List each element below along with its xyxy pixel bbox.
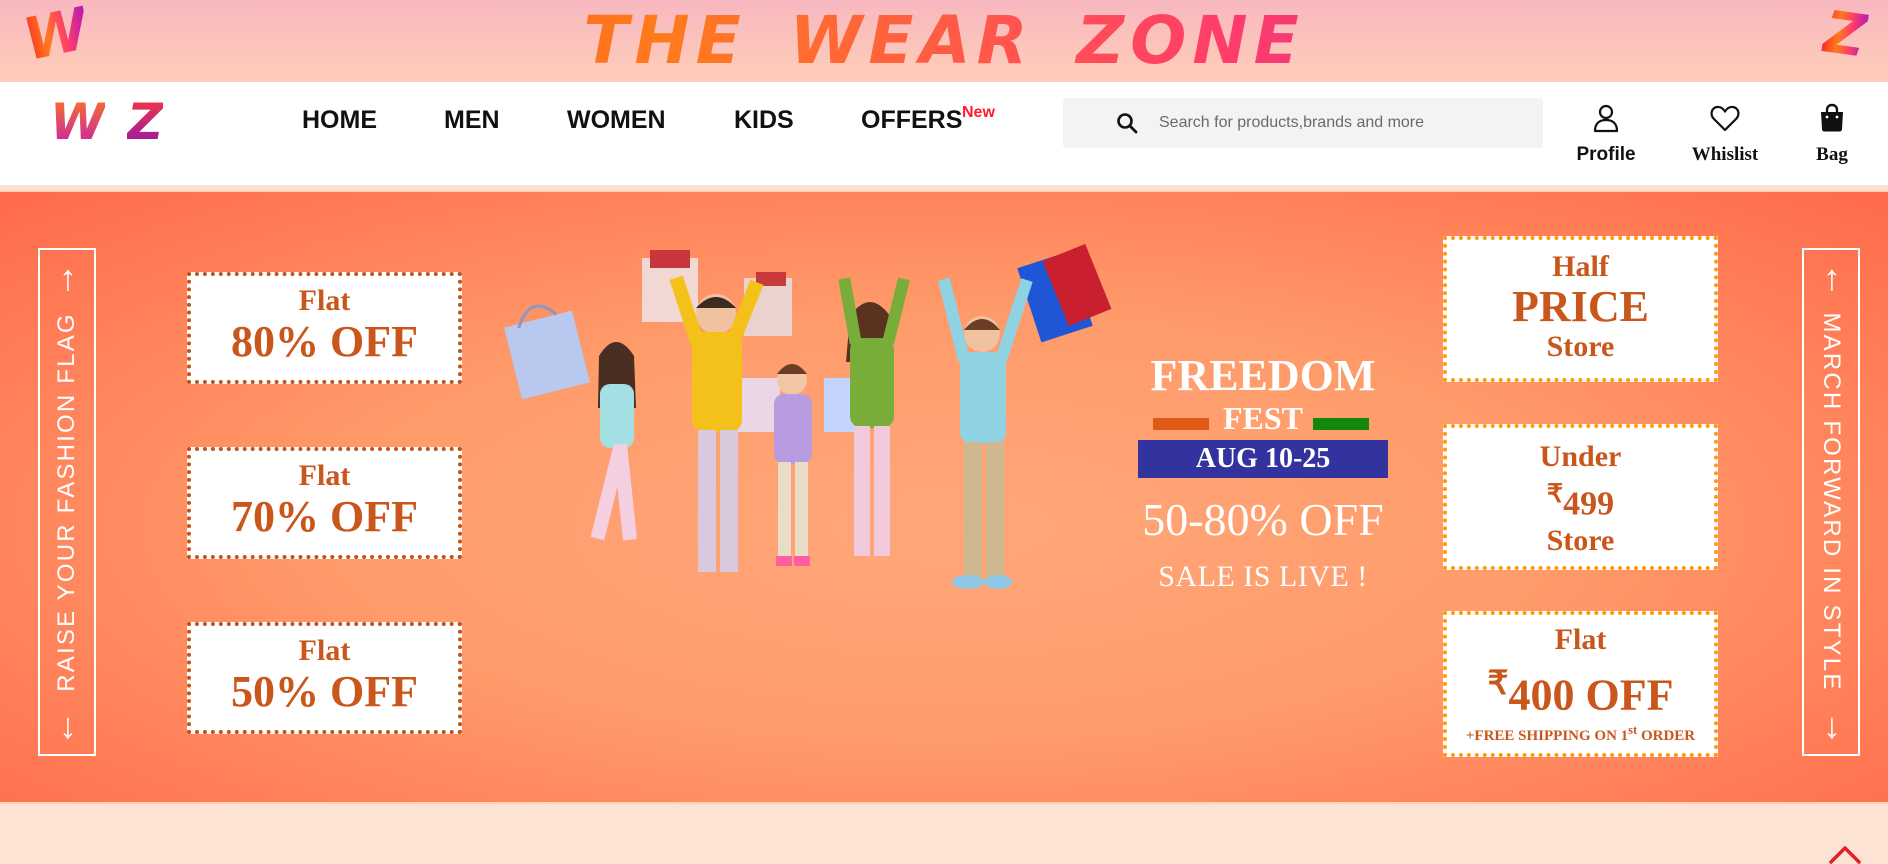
brand-banner: W THE WEAR ZONE Z — [0, 0, 1888, 82]
side-flag-right: ↑ MARCH FORWARD IN STYLE ↓ — [1802, 248, 1860, 756]
wishlist-label: Whislist — [1691, 144, 1759, 165]
offer-label: Flat — [298, 284, 351, 317]
offer-value: 80% OFF — [231, 317, 418, 366]
offer-label: Flat — [298, 634, 351, 667]
new-badge: New — [962, 104, 995, 121]
fest-date: AUG 10-25 — [1138, 440, 1388, 478]
side-flag-right-text: MARCH FORWARD IN STYLE — [1818, 312, 1845, 692]
nav-link-offers[interactable]: OFFERS — [861, 106, 962, 135]
offer-amount: 499 — [1563, 485, 1615, 523]
arrow-down-icon: ↓ — [59, 705, 77, 746]
family-shopping-image — [504, 243, 1112, 589]
bag-button[interactable]: Bag — [1787, 102, 1877, 166]
offer-card-50[interactable]: Flat 50% OFF — [187, 622, 462, 734]
profile-label: Profile — [1576, 144, 1636, 165]
rupee-symbol: ₹ — [1487, 666, 1509, 702]
offer-card-under-499[interactable]: Under ₹499 Store — [1443, 424, 1718, 570]
girl-left-figure — [590, 342, 637, 541]
site-logo[interactable]: W Z — [50, 92, 163, 152]
offer-value: ₹400 OFF — [1447, 661, 1714, 719]
note-text: +FREE SHIPPING ON 1 — [1465, 727, 1629, 744]
arrow-down-icon: ↓ — [1823, 705, 1841, 746]
rupee-symbol: ₹ — [1546, 479, 1564, 508]
heart-icon — [1710, 105, 1740, 132]
free-shipping-note: +FREE SHIPPING ON 1st ORDER — [1447, 723, 1714, 745]
search-bar[interactable] — [1063, 98, 1543, 148]
arrow-up-icon: ↑ — [59, 257, 77, 298]
nav-link-kids[interactable]: KIDS — [734, 106, 794, 135]
offer-label: Store — [1546, 524, 1615, 558]
offer-value: ₹499 — [1447, 474, 1714, 524]
nav-link-home[interactable]: HOME — [302, 106, 377, 135]
shopping-bag-icon — [1821, 103, 1843, 132]
side-flag-left: ↑ RAISE YOUR FASHION FLAG ↓ — [38, 248, 96, 756]
offer-label: Half — [1552, 250, 1609, 283]
search-input[interactable] — [1159, 114, 1519, 132]
profile-button[interactable]: Profile — [1561, 102, 1651, 166]
offer-card-half-price[interactable]: Half PRICE Store — [1443, 236, 1718, 382]
offer-label: Under — [1539, 440, 1622, 473]
next-section-strip — [0, 806, 1888, 864]
nav-link-men[interactable]: MEN — [444, 106, 500, 135]
offer-value: 50% OFF — [231, 667, 418, 716]
boy-figure — [938, 277, 1033, 589]
green-stripe — [1313, 418, 1369, 430]
wishlist-button[interactable]: Whislist — [1680, 102, 1770, 166]
offer-label: Flat — [1554, 623, 1607, 656]
offer-value: PRICE — [1512, 282, 1649, 331]
offer-label: Store — [1546, 330, 1615, 363]
note-text: ORDER — [1637, 727, 1696, 744]
hero-banner: ↑ RAISE YOUR FASHION FLAG ↓ Flat 80% OFF… — [0, 190, 1888, 804]
nav-link-women[interactable]: WOMEN — [567, 106, 666, 135]
saffron-stripe — [1153, 418, 1209, 430]
bag-label: Bag — [1816, 144, 1848, 165]
user-icon — [1593, 104, 1619, 133]
logo-letter-z: Z — [127, 93, 164, 151]
chevron-up-icon[interactable] — [1827, 842, 1863, 864]
offer-card-flat-400[interactable]: Flat ₹400 OFF +FREE SHIPPING ON 1st ORDE… — [1443, 611, 1718, 757]
search-icon[interactable] — [1115, 111, 1139, 135]
side-flag-left-text: RAISE YOUR FASHION FLAG — [53, 312, 80, 692]
offer-value: 70% OFF — [231, 492, 418, 541]
fest-subtitle-row: FEST — [1130, 400, 1396, 436]
fest-title: FREEDOM — [1150, 351, 1376, 400]
offer-amount: 400 OFF — [1508, 670, 1674, 720]
freedom-fest-block: FREEDOM FEST AUG 10-25 50-80% OFF SALE I… — [1130, 352, 1396, 594]
navbar: W Z HOME MEN WOMEN KIDS OFFERS New Profi… — [0, 82, 1888, 186]
fest-discount: 50-80% OFF — [1142, 494, 1384, 545]
offer-card-80[interactable]: Flat 80% OFF — [187, 272, 462, 384]
logo-letter-w: W — [50, 93, 106, 151]
arrow-up-icon: ↑ — [1823, 257, 1841, 298]
note-superscript: st — [1628, 722, 1638, 737]
sale-status: SALE IS LIVE ! — [1158, 560, 1368, 593]
offer-card-70[interactable]: Flat 70% OFF — [187, 447, 462, 559]
offer-label: Flat — [298, 459, 351, 492]
brand-title: THE WEAR ZONE — [0, 2, 1888, 79]
